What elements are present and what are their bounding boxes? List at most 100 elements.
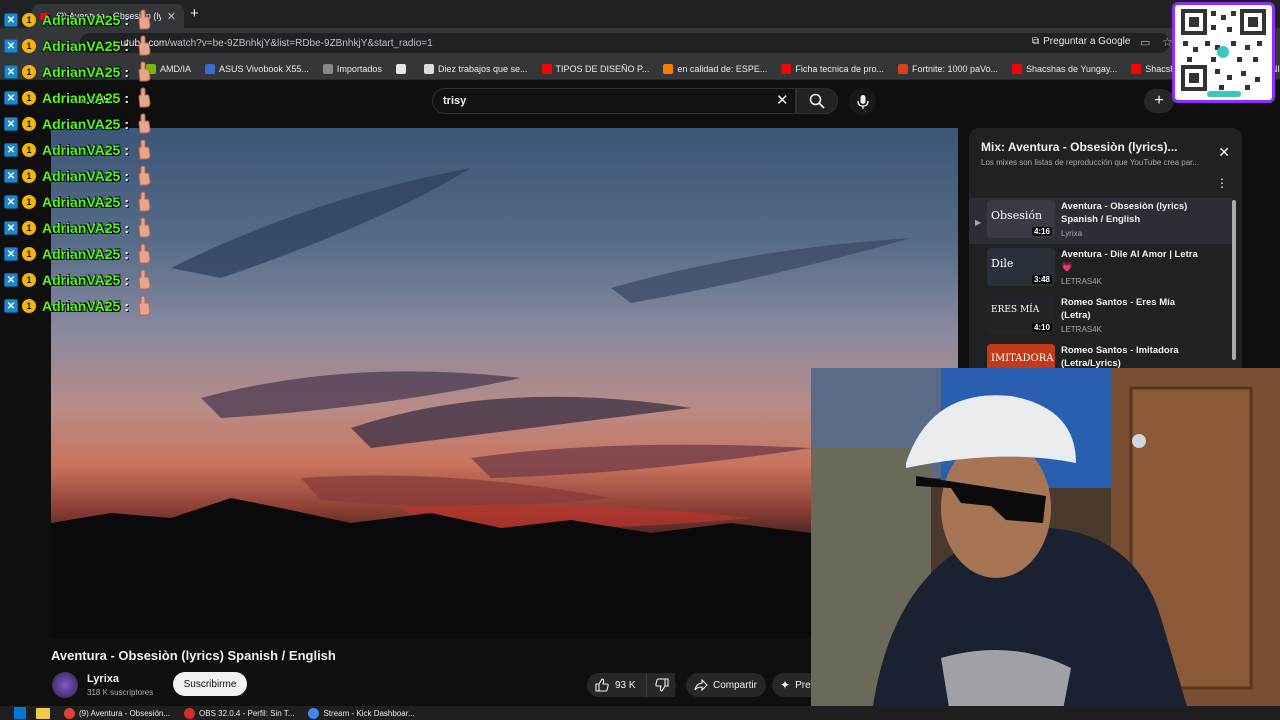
playlist-thumbnail: Obsesión 4:16 — [987, 200, 1055, 238]
bookmark-favicon-icon — [663, 63, 674, 74]
channel-name[interactable]: Lyrixa — [87, 673, 119, 685]
playlist-item[interactable]: ▶ Obsesión 4:16 Aventura - Obsesiòn (lyr… — [969, 198, 1232, 244]
voice-search-button[interactable] — [849, 88, 876, 115]
chat-message: ✕ 1 AdrianVA25: — [4, 294, 155, 318]
chat-separator: : — [124, 246, 129, 262]
file-explorer-icon[interactable] — [36, 707, 50, 719]
create-button[interactable]: + — [1144, 89, 1174, 113]
app-icon — [64, 707, 75, 719]
chat-message: ✕ 1 AdrianVA25: — [4, 60, 155, 84]
bookmark-favicon-icon — [541, 63, 552, 74]
bookmark-item[interactable]: Importados — [322, 63, 382, 74]
mix-playlist-panel: Mix: Aventura - Obsesiòn (lyrics)... Los… — [969, 128, 1242, 368]
bookmark-item[interactable]: Shacshas de Yungay... — [1012, 63, 1117, 74]
premium-label: Pre — [795, 679, 811, 691]
playlist-item-channel: Lyrixa — [1061, 229, 1083, 238]
bookmark-favicon-icon — [781, 63, 792, 74]
qr-code-pattern — [1181, 9, 1266, 97]
url-path: /watch?v=be-9ZBnhkjY&list=RDbe-9ZBnhkjY&… — [167, 37, 433, 49]
verified-badge-icon: ✕ — [4, 117, 18, 131]
chat-message: ✕ 1 AdrianVA25: — [4, 86, 155, 110]
playlist-item[interactable]: Dile 3:48 Aventura - Dile Al Amor | Letr… — [969, 246, 1232, 292]
omnibox[interactable]: youtube.com/watch?v=be-9ZBnhkjY&list=RDb… — [80, 33, 1170, 53]
bookmark-item[interactable]: ASUS Vivobook X55... — [205, 63, 309, 74]
cast-icon[interactable]: ▭ — [1140, 36, 1150, 49]
hand-emote-icon — [138, 9, 151, 30]
bookmark-label: Fortnite: 1000 paVo... — [911, 63, 999, 74]
google-lens-icon: ⧉ — [1032, 36, 1040, 47]
chat-separator: : — [124, 90, 129, 106]
subscriber-badge: 1 — [22, 13, 36, 27]
chat-separator: : — [124, 64, 129, 80]
subscriber-badge: 1 — [22, 273, 36, 287]
hand-emote-icon — [138, 217, 151, 238]
close-playlist-icon[interactable]: ✕ — [1218, 144, 1230, 161]
chat-separator: : — [124, 12, 129, 28]
bookmark-item[interactable]: Ficha tecnica de pro... — [781, 63, 884, 74]
video-duration: 4:16 — [1031, 227, 1052, 236]
bookmark-item[interactable]: Fortnite: 1000 paVo... — [897, 63, 999, 74]
chat-message: ✕ 1 AdrianVA25: — [4, 216, 155, 240]
subscriber-badge: 1 — [22, 169, 36, 183]
bookmark-favicon-icon — [322, 63, 333, 74]
hand-emote-icon — [138, 87, 151, 108]
bookmark-label: AMD/IA — [160, 63, 192, 74]
chat-username: AdrianVA25 — [42, 168, 121, 184]
bookmark-item[interactable]: Diez trabajos que se... — [423, 63, 528, 74]
channel-avatar[interactable] — [52, 672, 78, 698]
tab-close-icon[interactable]: ✕ — [167, 10, 176, 23]
playlist-title: Mix: Aventura - Obsesiòn (lyrics)... — [981, 140, 1178, 154]
thumbnail-text: Dile — [991, 257, 1014, 270]
subscriber-badge: 1 — [22, 117, 36, 131]
taskbar-app-label: (9) Aventura - Obsesión... — [79, 708, 171, 718]
like-count: 93 K — [615, 679, 636, 691]
chat-separator: : — [124, 38, 129, 54]
search-input[interactable]: trisy — [432, 88, 796, 114]
chat-username: AdrianVA25 — [42, 64, 121, 80]
chat-separator: : — [124, 142, 129, 158]
verified-badge-icon: ✕ — [4, 65, 18, 79]
new-tab-button[interactable]: + — [190, 5, 199, 22]
playlist-item-title-line2: (Letra/Lyrics) — [1061, 358, 1121, 368]
bookmark-item[interactable]: TIPOS DE DISEÑO P... — [541, 63, 649, 74]
thumbs-up-icon — [595, 678, 609, 692]
verified-badge-icon: ✕ — [4, 91, 18, 105]
subscribe-button[interactable]: Suscribirme — [173, 672, 247, 696]
bookmark-item[interactable]: en calidad de: ESPE... — [663, 63, 767, 74]
hand-emote-icon — [138, 139, 151, 160]
bookmark-item[interactable] — [395, 63, 410, 74]
playlist-item[interactable]: ERES MÍA 4:10 Romeo Santos - Eres Mía (L… — [969, 294, 1232, 340]
chat-separator: : — [124, 298, 129, 314]
dislike-button[interactable] — [646, 673, 676, 697]
verified-badge-icon: ✕ — [4, 169, 18, 183]
chat-username: AdrianVA25 — [42, 220, 121, 236]
thumbnail-text: IMITADORA — [991, 353, 1054, 364]
playlist-item-title-line2: (Letra) — [1061, 310, 1091, 321]
chat-username: AdrianVA25 — [42, 272, 121, 288]
app-icon — [184, 707, 196, 719]
playlist-menu-icon[interactable]: ⋮ — [1216, 176, 1228, 190]
ask-google-button[interactable]: ⧉ Preguntar a Google — [1032, 36, 1130, 47]
share-button[interactable]: Compartir — [686, 673, 766, 697]
playlist-item[interactable]: IMITADORA Romeo Santos - Imitadora (Letr… — [969, 342, 1232, 368]
clear-search-icon[interactable]: ✕ — [776, 91, 789, 109]
windows-start-icon[interactable] — [14, 707, 26, 719]
verified-badge-icon: ✕ — [4, 143, 18, 157]
verified-badge-icon: ✕ — [4, 273, 18, 287]
app-icon — [308, 707, 320, 719]
search-query: trisy — [443, 95, 467, 107]
taskbar-app[interactable]: Stream - Kick Dashboar... — [308, 707, 415, 719]
bookmark-favicon-icon — [395, 63, 406, 74]
playlist-item-title-line1: Romeo Santos - Eres Mía — [1061, 297, 1176, 308]
bookmark-label: Importados — [336, 63, 382, 74]
hand-emote-icon — [138, 113, 151, 134]
subscriber-badge: 1 — [22, 247, 36, 261]
search-button[interactable] — [796, 88, 838, 114]
bookmark-label: ASUS Vivobook X55... — [219, 63, 309, 74]
taskbar-app[interactable]: OBS 32.0.4 - Perfil: Sin T... — [184, 707, 294, 719]
sparkle-icon: ✦ — [780, 678, 791, 692]
chat-message: ✕ 1 AdrianVA25: — [4, 112, 155, 136]
taskbar-app[interactable]: (9) Aventura - Obsesión... — [64, 707, 171, 719]
playlist-scrollbar[interactable] — [1232, 200, 1236, 360]
video-duration: 4:10 — [1031, 323, 1052, 332]
